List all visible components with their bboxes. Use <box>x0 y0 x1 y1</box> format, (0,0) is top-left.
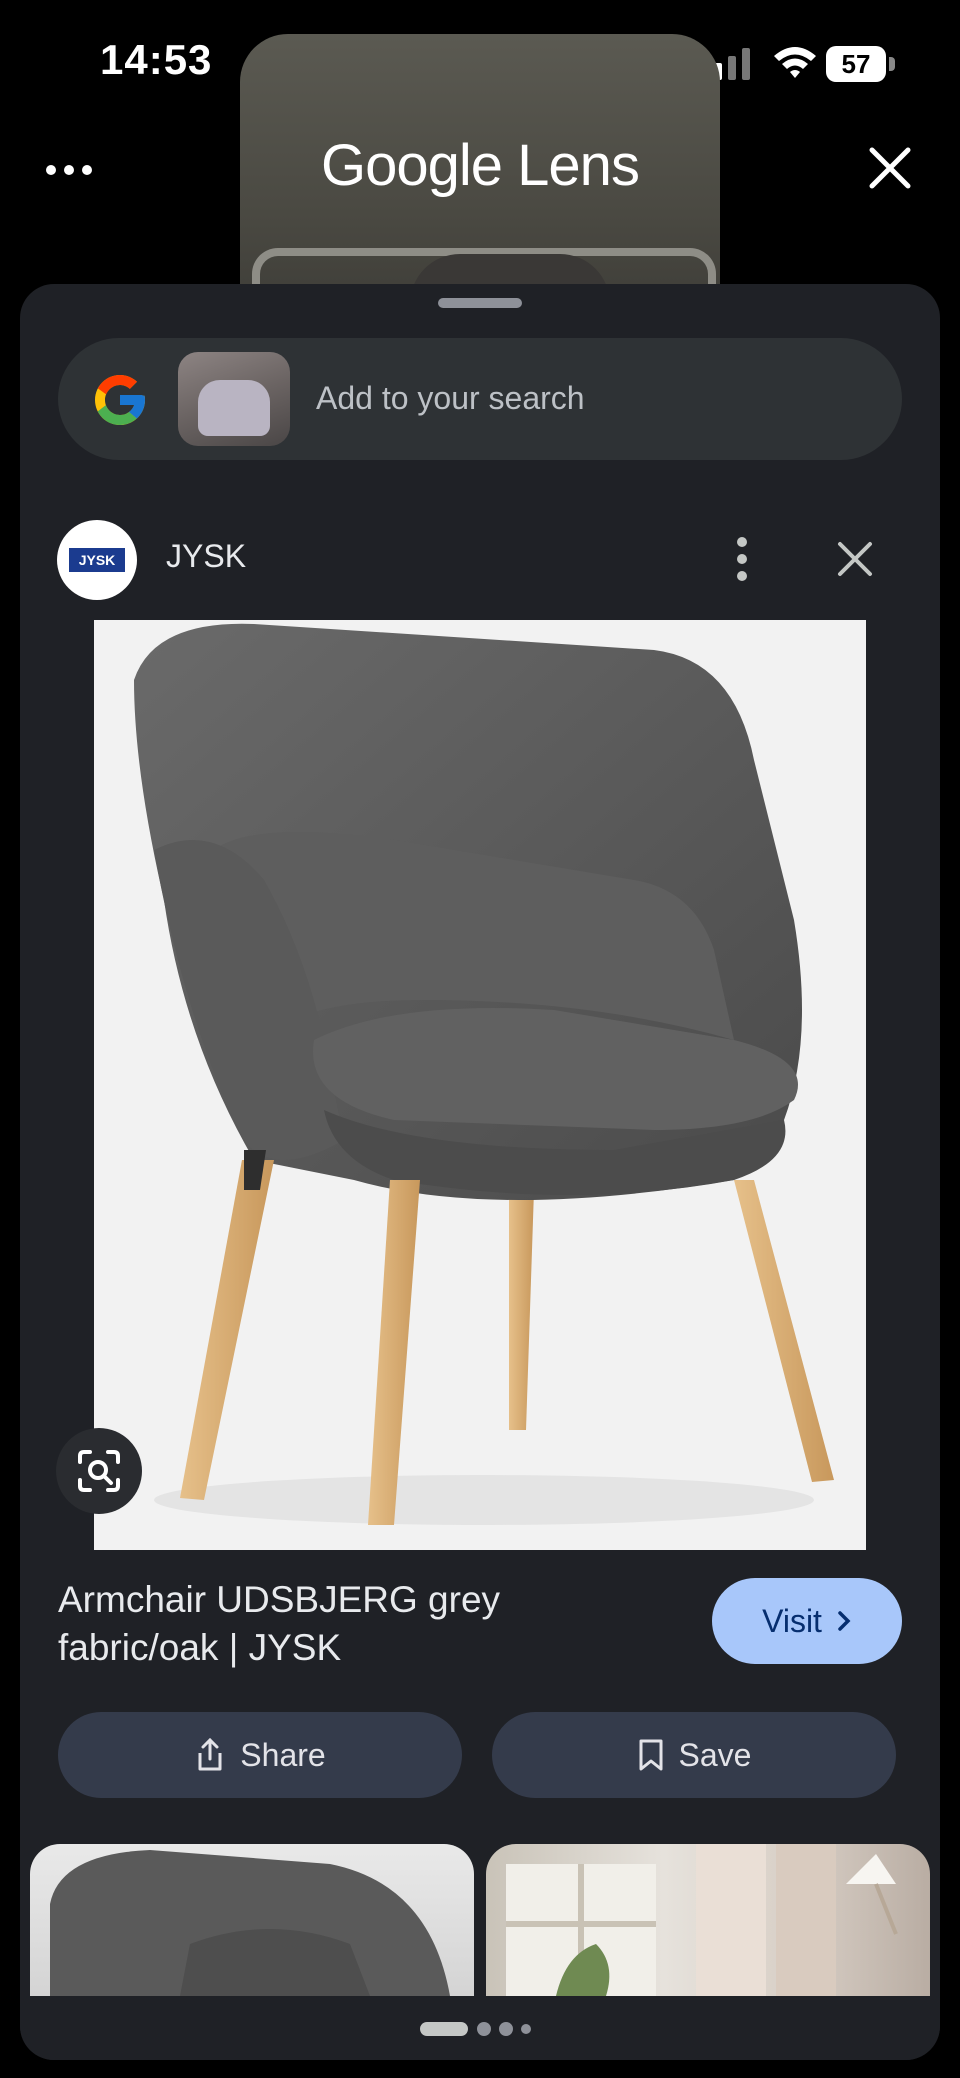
app-title: Google Lens <box>321 133 640 198</box>
status-time: 14:53 <box>100 36 213 83</box>
product-title-line1: Armchair UDSBJERG grey <box>58 1579 501 1620</box>
sheet-drag-handle[interactable] <box>438 298 522 308</box>
save-button[interactable]: Save <box>492 1712 896 1798</box>
armchair-illustration <box>134 623 834 1525</box>
chevron-right-icon <box>838 1611 851 1631</box>
product-title[interactable]: Armchair UDSBJERG grey fabric/oak | JYSK <box>58 1576 658 1672</box>
google-g-icon <box>95 375 145 425</box>
more-icon[interactable] <box>44 150 94 190</box>
search-placeholder: Add to your search <box>316 380 585 416</box>
related-result-1[interactable] <box>30 1844 474 1996</box>
share-label: Share <box>240 1736 326 1773</box>
battery-icon: 57 <box>826 46 896 82</box>
related-chair-image <box>50 1850 450 1996</box>
kebab-icon[interactable] <box>728 536 756 582</box>
query-image-thumbnail[interactable] <box>178 352 290 446</box>
related-room-image <box>506 1844 898 1996</box>
close-result-icon[interactable] <box>832 536 878 582</box>
save-label: Save <box>678 1736 752 1773</box>
battery-level: 57 <box>826 46 886 82</box>
lens-search-button[interactable] <box>56 1428 142 1514</box>
wifi-icon <box>774 47 816 78</box>
product-image[interactable] <box>94 620 866 1550</box>
share-button[interactable]: Share <box>58 1712 462 1798</box>
visit-label: Visit <box>762 1602 822 1639</box>
related-result-2[interactable] <box>486 1844 930 1996</box>
product-title-line2: fabric/oak | JYSK <box>58 1627 342 1668</box>
close-icon[interactable] <box>862 140 918 196</box>
source-name: JYSK <box>166 538 247 574</box>
visit-button[interactable]: Visit <box>712 1578 902 1664</box>
bookmark-icon <box>639 1739 663 1771</box>
lens-search-icon <box>78 1450 120 1492</box>
share-icon <box>198 1737 222 1771</box>
source-logo: JYSK <box>57 520 137 600</box>
page-indicator[interactable] <box>420 2022 540 2036</box>
